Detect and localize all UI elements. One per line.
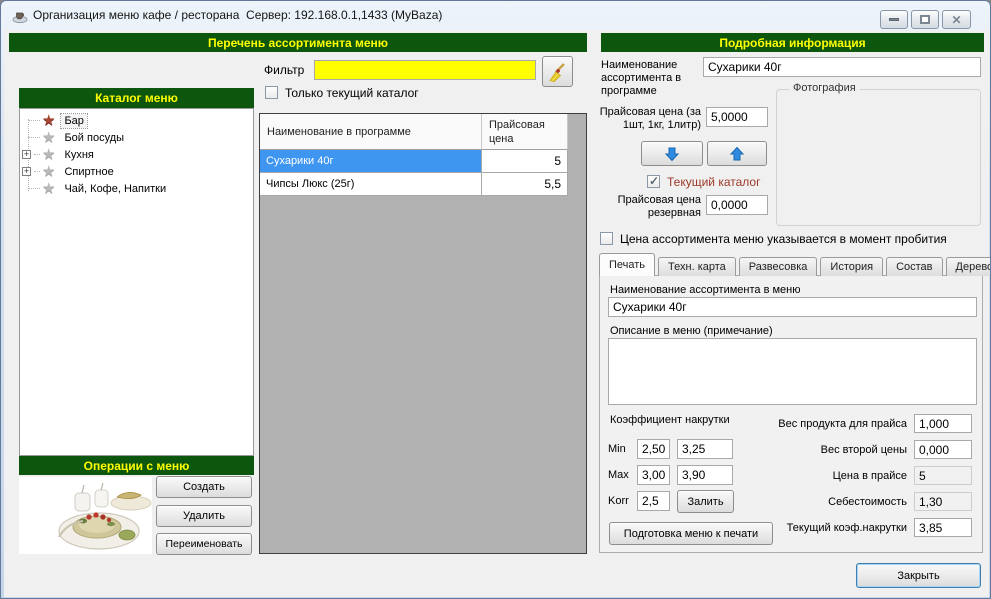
cell-price: 5 [482, 150, 568, 173]
tab-razvesovka[interactable]: Развесовка [739, 257, 818, 276]
star-icon: ★ [42, 181, 55, 196]
catalog-header: Каталог меню [19, 88, 254, 108]
move-up-button[interactable] [707, 141, 767, 166]
weight2-input[interactable] [914, 440, 972, 459]
tab-pechat[interactable]: Печать [599, 253, 655, 276]
tree-item-kuhnya[interactable]: + ★ Кухня [22, 146, 252, 163]
food-photo [19, 477, 152, 554]
max-input-1[interactable] [637, 465, 670, 485]
min-input-2[interactable] [677, 439, 733, 459]
photo-groupbox: Фотография [776, 89, 981, 226]
close-form-button[interactable]: Закрыть [856, 563, 981, 588]
maximize-button[interactable] [911, 10, 939, 29]
tree-item-spirtnoe[interactable]: + ★ Спиртное [22, 163, 252, 180]
tab-tehn-karta[interactable]: Техн. карта [658, 257, 736, 276]
filter-input[interactable] [314, 60, 536, 80]
menu-name-label: Наименование ассортимента в меню [610, 284, 800, 297]
app-window: Организация меню кафе / ресторана Сервер… [0, 0, 991, 599]
down-arrow-icon [664, 146, 680, 162]
weight-input[interactable] [914, 414, 972, 433]
cost-label: Себестоимость [741, 496, 907, 509]
titlebar: Организация меню кафе / ресторана Сервер… [1, 1, 990, 30]
tree-item-boy-posudy[interactable]: ★ Бой посуды [28, 129, 258, 146]
program-name-input[interactable] [703, 57, 981, 77]
tab-sostav[interactable]: Состав [886, 257, 942, 276]
tab-derevo[interactable]: Дерево [946, 257, 991, 276]
create-button[interactable]: Создать [156, 476, 252, 498]
detail-tabstrip: Печать Техн. карта Развесовка История Со… [599, 254, 991, 276]
catalog-tree: ★ Бар ★ Бой посуды + ★ Кухня + ★ Спиртно… [19, 108, 254, 456]
description-textarea[interactable] [608, 338, 977, 405]
menu-name-input[interactable] [608, 297, 977, 317]
only-current-catalog-checkbox[interactable] [265, 86, 278, 99]
price-input[interactable] [706, 107, 768, 127]
broom-icon [547, 61, 569, 83]
up-arrow-icon [729, 146, 745, 162]
description-label: Описание в меню (примечание) [610, 325, 773, 338]
weight2-label: Вес второй цены [741, 444, 907, 457]
min-label: Min [608, 443, 626, 456]
filter-label: Фильтр [264, 64, 304, 77]
program-name-label: Наименование ассортимента в программе [601, 59, 701, 98]
star-icon: ★ [42, 130, 55, 145]
expand-icon[interactable]: + [22, 150, 31, 159]
left-section-header: Перечень ассортимента меню [9, 33, 587, 52]
current-markup-label: Текущий коэф.накрутки [741, 522, 907, 535]
table-header: Наименование в программе Прайсовая цена [260, 114, 586, 150]
korr-label: Korr [608, 495, 629, 508]
fill-button[interactable]: Залить [677, 490, 734, 513]
column-header-price[interactable]: Прайсовая цена [482, 114, 568, 150]
table-row[interactable]: Сухарики 40г 5 [260, 150, 586, 173]
sale-moment-checkbox[interactable] [600, 232, 613, 245]
star-icon: ★ [42, 147, 55, 162]
sale-moment-label: Цена ассортимента меню указывается в мом… [620, 233, 947, 246]
tree-item-chai-kofe[interactable]: ★ Чай, Кофе, Напитки [28, 180, 258, 197]
move-down-button[interactable] [641, 141, 703, 166]
min-input-1[interactable] [637, 439, 670, 459]
tab-istoriya[interactable]: История [820, 257, 883, 276]
menu-items-table: Наименование в программе Прайсовая цена … [259, 113, 587, 554]
cell-name: Сухарики 40г [260, 150, 482, 173]
korr-input[interactable] [637, 491, 670, 511]
current-catalog-checkbox[interactable] [647, 175, 660, 188]
weight-label: Вес продукта для прайса [741, 418, 907, 431]
markup-coefficient-label: Коэффициент накрутки [610, 414, 730, 427]
right-section-header: Подробная информация [601, 33, 984, 52]
window-title: Организация меню кафе / ресторана Сервер… [33, 8, 442, 22]
cell-price: 5,5 [482, 173, 568, 196]
clear-filter-button[interactable] [542, 56, 573, 87]
close-button[interactable]: ✕ [942, 10, 971, 29]
coffee-cup-icon [12, 8, 28, 24]
delete-button[interactable]: Удалить [156, 505, 252, 527]
minimize-button[interactable] [880, 10, 908, 29]
price-label: Прайсовая цена (за 1шт, 1кг, 1литр) [593, 106, 701, 132]
reserve-price-input[interactable] [706, 195, 768, 215]
cell-name: Чипсы Люкс (25г) [260, 173, 482, 196]
expand-icon[interactable]: + [22, 167, 31, 176]
current-markup-input[interactable] [914, 518, 972, 537]
minimize-icon [889, 18, 899, 21]
tree-item-bar[interactable]: ★ Бар [28, 112, 258, 129]
maximize-icon [920, 15, 930, 24]
price-in-list-field [914, 466, 972, 485]
max-label: Max [608, 469, 629, 482]
column-header-name[interactable]: Наименование в программе [260, 114, 482, 150]
price-in-list-label: Цена в прайсе [741, 470, 907, 483]
close-icon: ✕ [951, 14, 961, 26]
cost-field [914, 492, 972, 511]
table-row[interactable]: Чипсы Люкс (25г) 5,5 [260, 173, 586, 196]
max-input-2[interactable] [677, 465, 733, 485]
rename-button[interactable]: Переименовать [156, 533, 252, 555]
operations-header: Операции с меню [19, 456, 254, 475]
current-catalog-label: Текущий каталог [667, 176, 760, 189]
photo-group-label: Фотография [789, 82, 860, 94]
star-icon: ★ [42, 113, 55, 128]
reserve-price-label: Прайсовая цена резервная [601, 194, 701, 220]
star-icon: ★ [42, 164, 55, 179]
only-current-catalog-label: Только текущий каталог [285, 87, 419, 100]
